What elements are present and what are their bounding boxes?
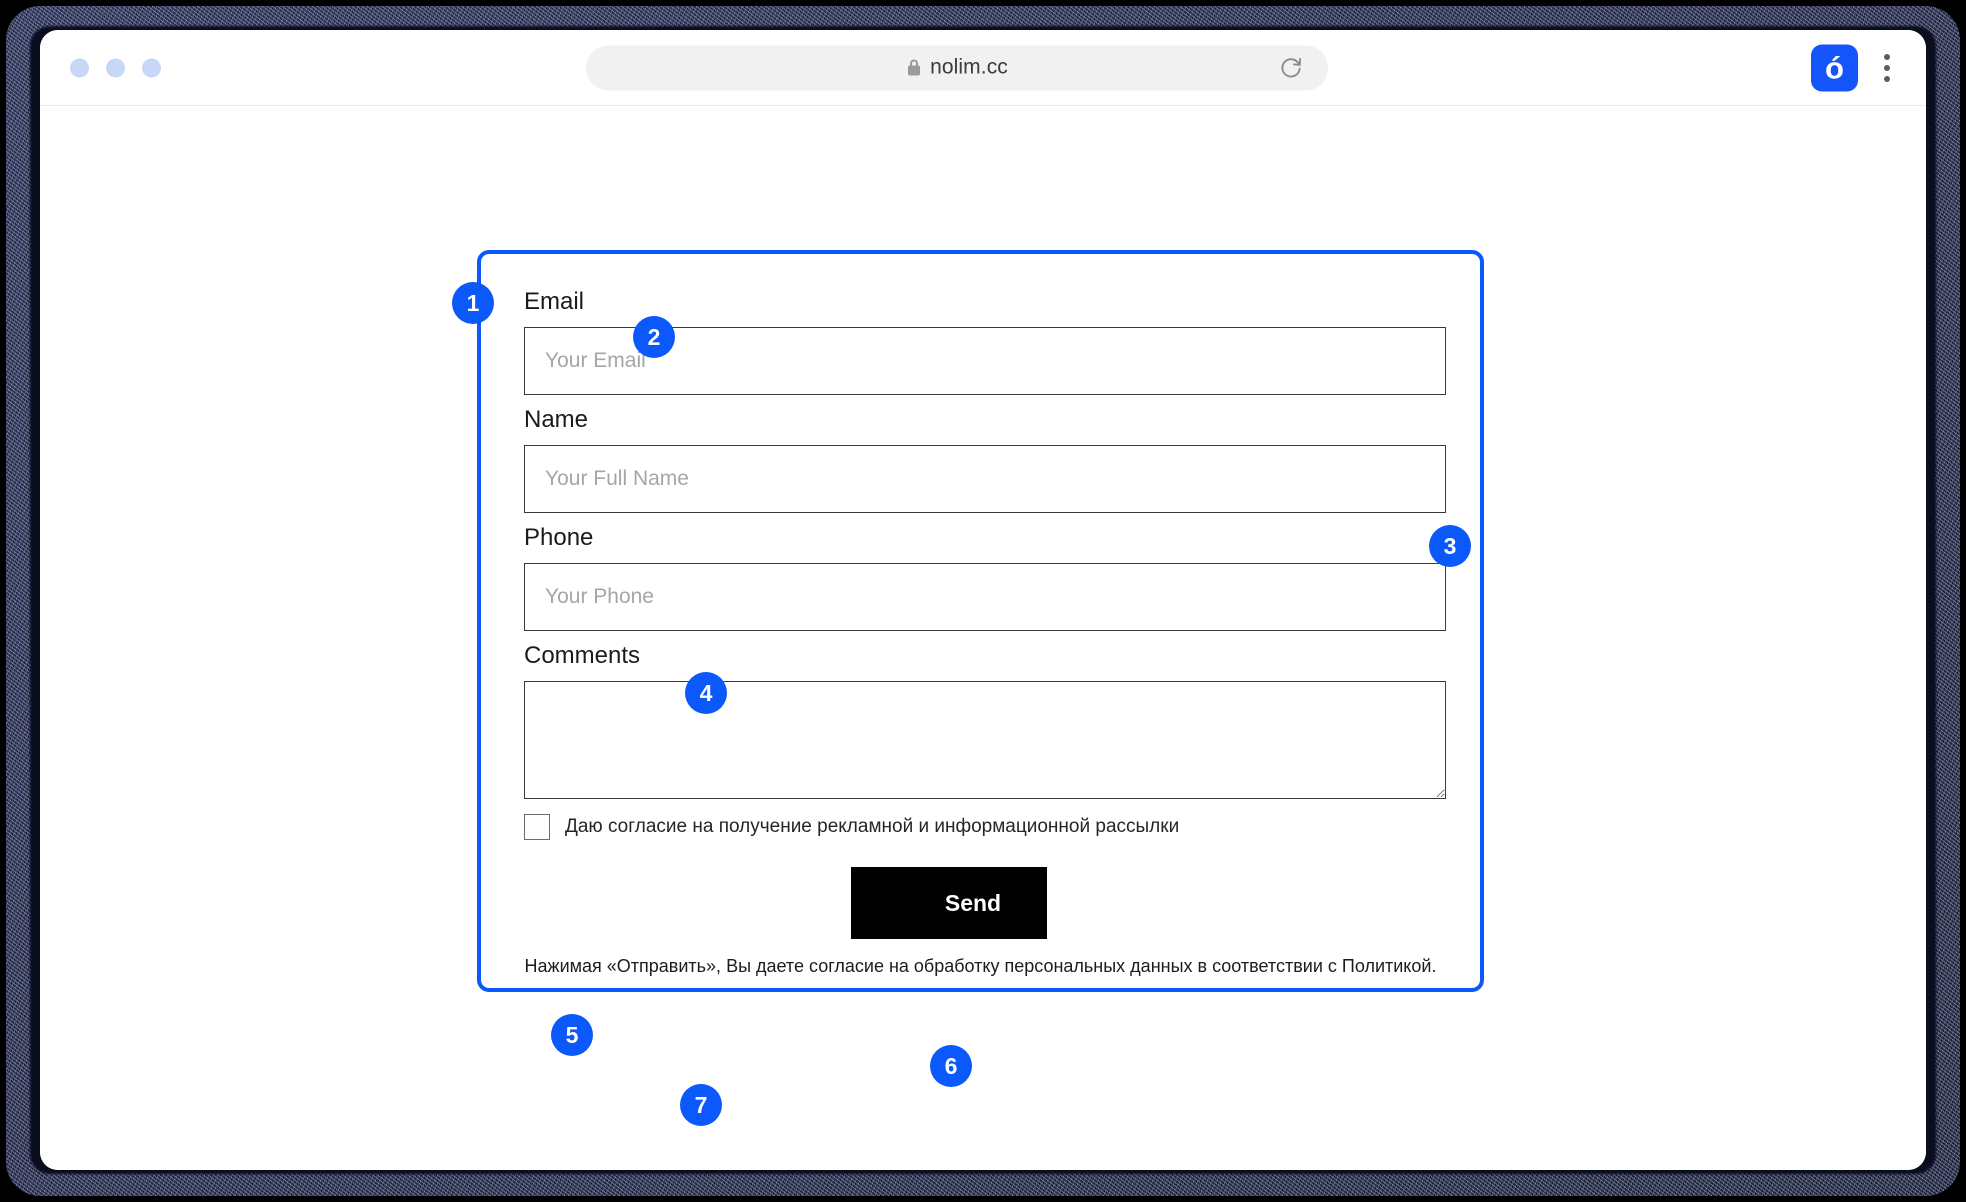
consent-label: Даю согласие на получение рекламной и ин… xyxy=(565,816,1180,837)
annotation-number: 7 xyxy=(694,1091,708,1118)
annotation-number: 1 xyxy=(466,289,480,316)
comments-label: Comments xyxy=(524,642,641,669)
send-button[interactable]: Send xyxy=(851,867,1047,939)
annotation-badge-5: 5 xyxy=(551,1014,593,1056)
annotation-number: 3 xyxy=(1443,532,1457,559)
phone-field-group: Phone xyxy=(524,524,1446,631)
annotation-number: 2 xyxy=(647,323,661,350)
browser-brand-icon[interactable]: ó xyxy=(1811,44,1858,91)
annotation-number: 6 xyxy=(944,1052,958,1079)
legal-disclaimer: Нажимая «Отправить», Вы даете согласие н… xyxy=(524,956,1437,976)
annotation-number: 5 xyxy=(565,1021,579,1048)
browser-titlebar: nolim.cc ó xyxy=(40,30,1926,106)
email-label: Email xyxy=(524,288,585,315)
annotation-badge-1: 1 xyxy=(452,282,494,324)
contact-form: Email Name Phone Comments xyxy=(477,250,1484,992)
send-button-label: Send xyxy=(944,889,1002,916)
browser-window: nolim.cc ó Email Your Email Name Your Fu… xyxy=(40,30,1926,1170)
name-field-group: Name xyxy=(524,406,1446,513)
screenshot-root: nolim.cc ó Email Your Email Name Your Fu… xyxy=(0,0,1966,1202)
annotation-badge-2: 2 xyxy=(633,316,675,358)
consent-row[interactable]: Даю согласие на получение рекламной и ин… xyxy=(524,814,1179,840)
annotation-badge-7: 7 xyxy=(680,1084,722,1126)
url-text: nolim.cc xyxy=(930,55,1008,79)
phone-label: Phone xyxy=(524,524,594,551)
address-bar[interactable]: nolim.cc xyxy=(586,45,1328,90)
close-window-dot[interactable] xyxy=(70,58,89,77)
window-controls[interactable] xyxy=(70,58,161,77)
annotation-badge-4: 4 xyxy=(685,672,727,714)
maximize-window-dot[interactable] xyxy=(142,58,161,77)
annotation-number: 4 xyxy=(699,679,713,706)
address-bar-content: nolim.cc xyxy=(906,56,1008,80)
minimize-window-dot[interactable] xyxy=(106,58,125,77)
page-viewport: Email Name Phone Comments xyxy=(40,106,1926,1170)
kebab-menu-icon[interactable] xyxy=(1884,53,1890,82)
comments-textarea[interactable] xyxy=(524,681,1446,799)
reload-icon[interactable] xyxy=(1276,53,1306,83)
consent-checkbox[interactable] xyxy=(524,814,550,840)
name-input[interactable] xyxy=(524,445,1446,513)
lock-icon xyxy=(906,59,921,77)
comments-field-group: Comments xyxy=(524,642,1446,804)
brand-icon-letter: ó xyxy=(1825,50,1844,85)
annotation-badge-6: 6 xyxy=(930,1045,972,1087)
name-label: Name xyxy=(524,406,589,433)
annotation-badge-3: 3 xyxy=(1429,525,1471,567)
phone-input[interactable] xyxy=(524,563,1446,631)
